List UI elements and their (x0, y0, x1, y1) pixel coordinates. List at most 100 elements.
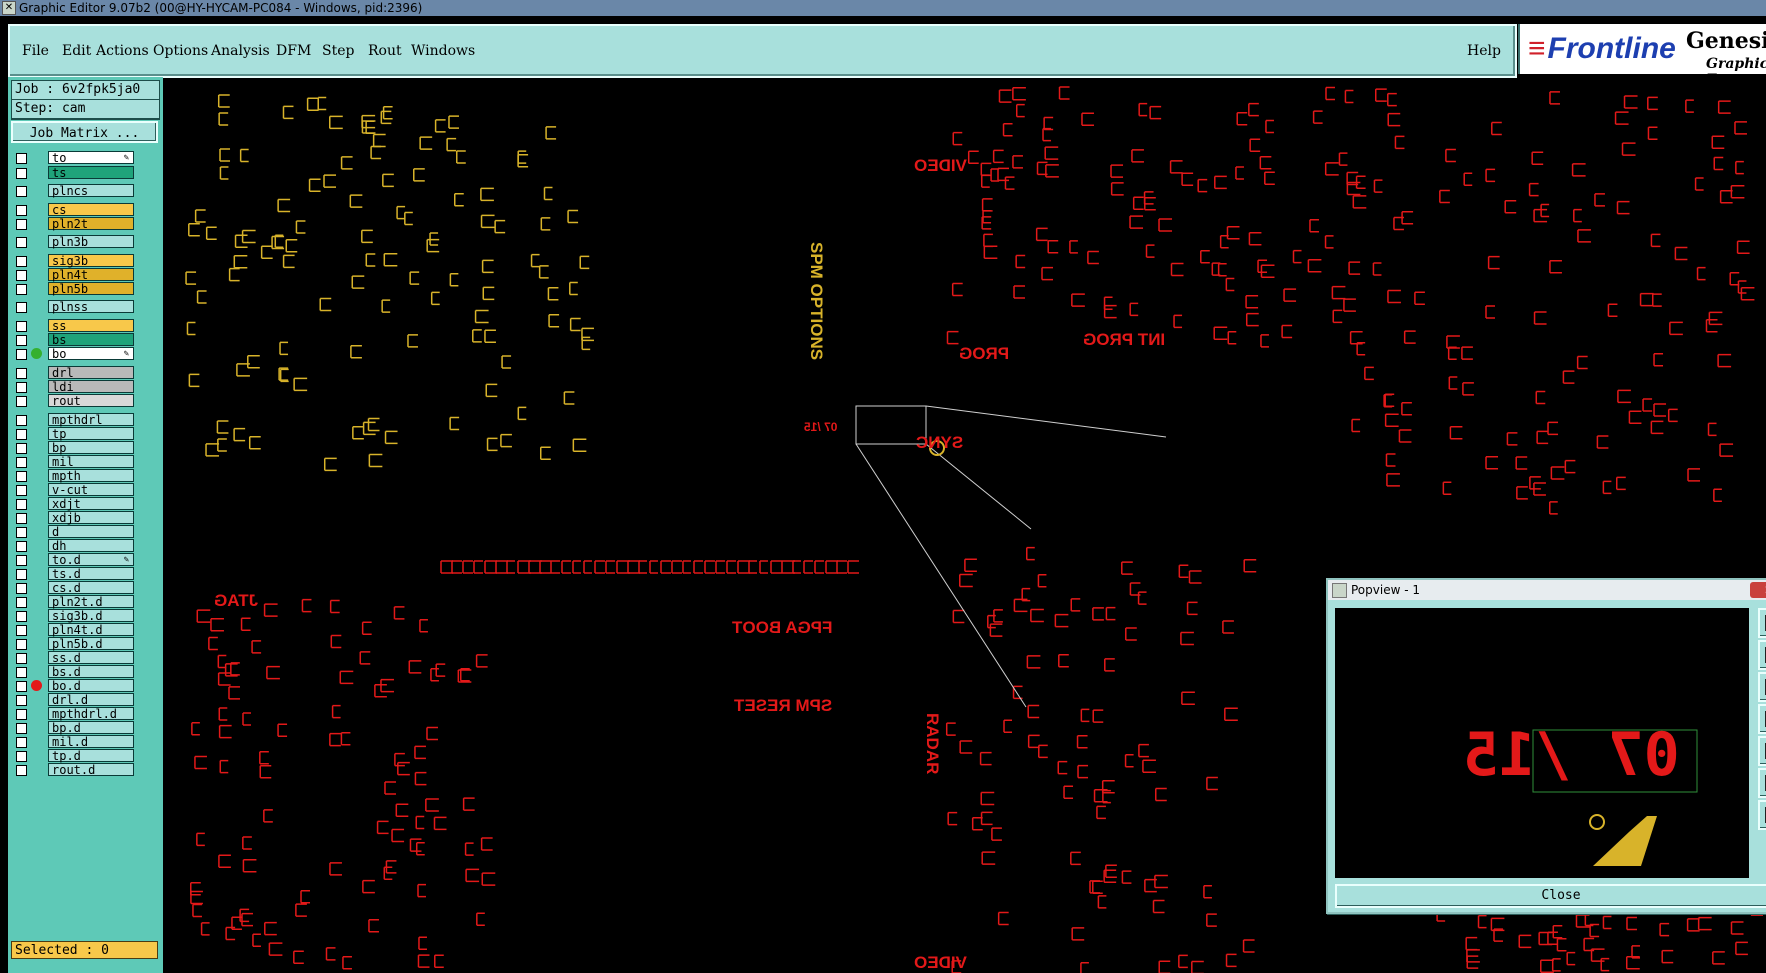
layer-row-tp-d[interactable]: tp.d (11, 748, 137, 763)
layer-row-sig3b[interactable]: sig3b (11, 253, 137, 268)
layer-checkbox[interactable] (16, 284, 27, 295)
layer-name[interactable]: drl (48, 366, 134, 380)
layer-checkbox[interactable] (16, 349, 27, 360)
layer-checkbox[interactable] (16, 186, 27, 197)
layer-checkbox[interactable] (16, 527, 27, 538)
layer-row-cs[interactable]: cs (11, 202, 137, 217)
layer-name[interactable]: ss (48, 319, 134, 333)
layer-checkbox[interactable] (16, 168, 27, 179)
layer-checkbox[interactable] (16, 396, 27, 407)
layer-name[interactable]: mpthdrl.d (48, 707, 134, 721)
menu-dfm[interactable]: DFM (276, 43, 311, 59)
layer-name[interactable]: pln2t.d (48, 595, 134, 609)
layer-name[interactable]: bo.d (48, 679, 134, 693)
layer-checkbox[interactable] (16, 765, 27, 776)
layer-row-bs-d[interactable]: bs.d (11, 664, 137, 679)
menu-edit[interactable]: Edit (62, 43, 91, 59)
menu-actions[interactable]: Actions (96, 43, 149, 59)
layer-name[interactable]: pln3b (48, 235, 134, 249)
layer-checkbox[interactable] (16, 321, 27, 332)
menu-rout[interactable]: Rout (368, 43, 402, 59)
popview-pan-down-button[interactable] (1758, 672, 1766, 702)
layer-checkbox[interactable] (16, 368, 27, 379)
layer-checkbox[interactable] (16, 569, 27, 580)
layer-name[interactable]: bo ✎ (48, 347, 134, 361)
layer-name[interactable]: v-cut (48, 483, 134, 497)
popview-close-button[interactable]: Close (1335, 884, 1766, 908)
layer-name[interactable]: plncs (48, 184, 134, 198)
layer-checkbox[interactable] (16, 219, 27, 230)
layer-name[interactable]: ts.d (48, 567, 134, 581)
layer-name[interactable]: dh (48, 539, 134, 553)
layer-checkbox[interactable] (16, 597, 27, 608)
menu-windows[interactable]: Windows (411, 43, 475, 59)
layer-name[interactable]: mil (48, 455, 134, 469)
layer-checkbox[interactable] (16, 709, 27, 720)
layer-checkbox[interactable] (16, 695, 27, 706)
layer-row-drl[interactable]: drl (11, 365, 137, 380)
layer-name[interactable]: xdjb (48, 511, 134, 525)
menu-file[interactable]: File (22, 43, 49, 59)
graphic-canvas[interactable]: VIDEO SPM OPTIONS INT PROG PROG SYNC JTA… (166, 77, 1766, 973)
layer-checkbox[interactable] (16, 541, 27, 552)
layer-row-pln5b-d[interactable]: pln5b.d (11, 636, 137, 651)
layer-checkbox[interactable] (16, 653, 27, 664)
layer-checkbox[interactable] (16, 205, 27, 216)
layer-row-ss[interactable]: ss (11, 318, 137, 333)
layer-name[interactable]: bs (48, 333, 134, 347)
popview-window[interactable]: Popview - 1 ✕ 07 /15 Close (1326, 578, 1766, 914)
layer-checkbox[interactable] (16, 485, 27, 496)
layer-row-xdjb[interactable]: xdjb (11, 510, 137, 525)
layer-checkbox[interactable] (16, 429, 27, 440)
layer-checkbox[interactable] (16, 723, 27, 734)
layer-checkbox[interactable] (16, 270, 27, 281)
layer-checkbox[interactable] (16, 555, 27, 566)
layer-checkbox[interactable] (16, 302, 27, 313)
layer-name[interactable]: pln5b.d (48, 637, 134, 651)
layer-row-mil-d[interactable]: mil.d (11, 734, 137, 749)
layer-row-pln5b[interactable]: pln5b (11, 281, 137, 296)
layer-checkbox[interactable] (16, 457, 27, 468)
layer-checkbox[interactable] (16, 737, 27, 748)
layer-checkbox[interactable] (16, 443, 27, 454)
menu-step[interactable]: Step (322, 43, 354, 59)
layer-row-bs[interactable]: bs (11, 332, 137, 347)
layer-row-rout[interactable]: rout (11, 393, 137, 408)
layer-row-ss-d[interactable]: ss.d (11, 650, 137, 665)
layer-row-tp[interactable]: tp (11, 426, 137, 441)
layer-name[interactable]: pln4t.d (48, 623, 134, 637)
layer-checkbox[interactable] (16, 583, 27, 594)
layer-checkbox[interactable] (16, 625, 27, 636)
layer-row-bo[interactable]: bo ✎ (11, 346, 137, 361)
layer-row-to-d[interactable]: to.d ✎ (11, 552, 137, 567)
popview-pan-up-button[interactable] (1758, 640, 1766, 670)
layer-row-pln4t[interactable]: pln4t (11, 267, 137, 282)
layer-checkbox[interactable] (16, 513, 27, 524)
layer-name[interactable]: rout.d (48, 763, 134, 777)
popview-zoom-out-button[interactable] (1758, 800, 1766, 830)
popview-close-x-button[interactable]: ✕ (1750, 582, 1766, 598)
layer-row-pln2t[interactable]: pln2t (11, 216, 137, 231)
layer-checkbox[interactable] (16, 382, 27, 393)
layer-row-pln3b[interactable]: pln3b (11, 234, 137, 249)
menu-analysis[interactable]: Analysis (211, 43, 270, 59)
layer-checkbox[interactable] (16, 153, 27, 164)
layer-name[interactable]: ts (48, 166, 134, 180)
layer-row-bp-d[interactable]: bp.d (11, 720, 137, 735)
popview-pan-right-button[interactable] (1758, 736, 1766, 766)
layer-name[interactable]: cs.d (48, 581, 134, 595)
layer-name[interactable]: pln2t (48, 217, 134, 231)
layer-checkbox[interactable] (16, 639, 27, 650)
layer-name[interactable]: sig3b.d (48, 609, 134, 623)
layer-name[interactable]: to.d ✎ (48, 553, 134, 567)
layer-name[interactable]: mil.d (48, 735, 134, 749)
layer-name[interactable]: xdjt (48, 497, 134, 511)
layer-row-to[interactable]: to ✎ (11, 150, 137, 165)
layer-row-cs-d[interactable]: cs.d (11, 580, 137, 595)
layer-row-rout-d[interactable]: rout.d (11, 762, 137, 777)
popview-canvas[interactable]: 07 /15 (1335, 608, 1749, 878)
layer-checkbox[interactable] (16, 681, 27, 692)
layer-checkbox[interactable] (16, 415, 27, 426)
layer-name[interactable]: cs (48, 203, 134, 217)
layer-name[interactable]: pln5b (48, 282, 134, 296)
